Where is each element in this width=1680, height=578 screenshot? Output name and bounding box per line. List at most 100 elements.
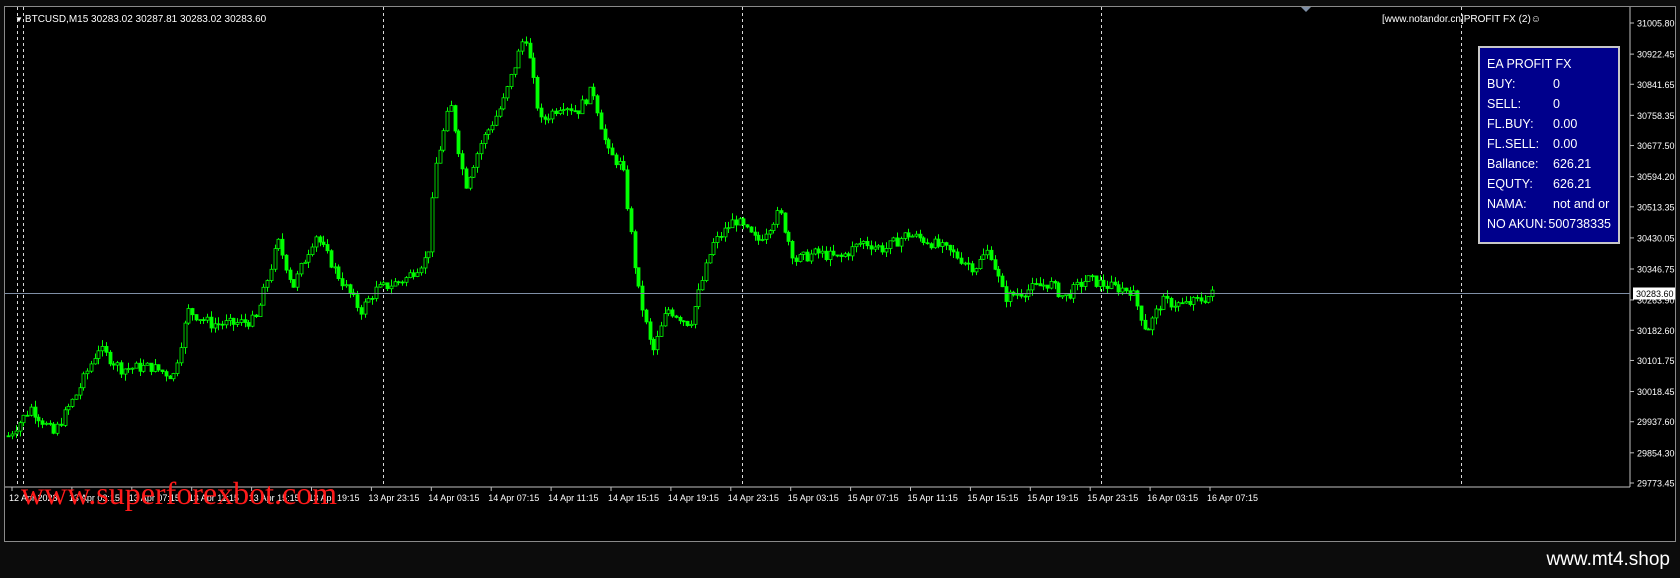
candle-body xyxy=(869,245,874,250)
candle-body xyxy=(468,176,473,189)
candle-body xyxy=(216,323,221,326)
candle-body xyxy=(719,235,724,238)
candle-body xyxy=(18,422,23,432)
candle-body xyxy=(1124,287,1129,292)
candle-body xyxy=(130,367,135,370)
candle-body xyxy=(14,430,19,435)
ea-row-label: FL.BUY: xyxy=(1487,117,1534,131)
candle-body xyxy=(621,160,626,171)
candle-body xyxy=(1015,293,1020,296)
candle-body xyxy=(1060,295,1065,298)
price-tick-label: 30922.45 xyxy=(1637,50,1675,60)
candle-body xyxy=(539,107,544,118)
candle-body xyxy=(910,235,915,238)
price-chart[interactable]: 31005.80 30922.45 30841.65 30758.35 30677.50… xyxy=(5,7,1675,541)
candle-body xyxy=(288,269,293,280)
time-tick-label: 15 Apr 15:15 xyxy=(967,493,1018,503)
candle-body xyxy=(1098,279,1103,287)
time-tick-label: 14 Apr 23:15 xyxy=(728,493,779,503)
candle-body xyxy=(378,284,383,288)
candle-body xyxy=(1176,302,1181,307)
candle-body xyxy=(933,238,938,249)
candle-body xyxy=(194,314,199,321)
candle-body xyxy=(119,362,124,375)
candle-body xyxy=(779,210,784,214)
candle-body xyxy=(44,422,49,425)
candle-body xyxy=(513,67,518,75)
time-tick-label: 14 Apr 11:15 xyxy=(548,493,598,503)
ea-title-header: [www.notandor.cn]PROFIT FX (2)☺ xyxy=(1382,14,1541,25)
candle-body xyxy=(213,323,218,329)
candle-body xyxy=(850,246,855,257)
candle-body xyxy=(651,338,656,351)
candle-body xyxy=(614,154,619,166)
candle-body xyxy=(494,115,499,126)
candle-body xyxy=(224,320,229,326)
chart-shift-marker-icon xyxy=(1301,7,1311,12)
candle-body xyxy=(569,108,574,112)
ea-row-label: NAMA: xyxy=(1487,197,1527,211)
candle-body xyxy=(918,233,923,239)
candle-body xyxy=(336,266,341,279)
ea-row-fl-sell: FL.SELL: 0.00 xyxy=(1487,134,1611,154)
candle-body xyxy=(220,323,225,326)
price-tick-label: 30018.45 xyxy=(1637,387,1675,397)
candle-body xyxy=(599,112,604,130)
candle-body xyxy=(753,231,758,236)
candle-body xyxy=(246,322,251,327)
candle-body xyxy=(610,147,615,156)
chart-area[interactable]: 31005.80 30922.45 30841.65 30758.35 30677.50… xyxy=(4,6,1676,542)
candle-body xyxy=(1075,281,1080,285)
candle-body xyxy=(85,370,90,375)
candle-body xyxy=(126,368,131,371)
candle-body xyxy=(816,248,821,254)
candle-body xyxy=(89,363,94,372)
candle-body xyxy=(666,309,671,314)
candle-body xyxy=(1139,305,1144,321)
candle-body xyxy=(21,414,26,424)
candle-body xyxy=(899,238,904,247)
candle-body xyxy=(1086,275,1091,282)
ea-row-equity: EQUTY: 626.21 xyxy=(1487,174,1611,194)
candle-body xyxy=(265,280,270,288)
candle-body xyxy=(554,110,559,114)
candle-body xyxy=(966,262,971,265)
candle-body xyxy=(843,253,848,257)
candle-body xyxy=(29,406,34,416)
candle-body xyxy=(831,250,836,256)
candle-body xyxy=(888,240,893,249)
price-tick-label: 30677.50 xyxy=(1637,141,1675,151)
candle-body xyxy=(276,238,281,250)
ea-row-fl-buy: FL.BUY: 0.00 xyxy=(1487,114,1611,134)
candle-body xyxy=(419,267,424,274)
candle-body xyxy=(704,262,709,281)
price-tick-label: 29773.45 xyxy=(1637,479,1675,489)
candle-body xyxy=(1049,280,1054,289)
candle-body xyxy=(835,254,840,257)
candle-body xyxy=(711,242,716,256)
candle-body xyxy=(134,362,139,369)
candle-body xyxy=(490,124,495,131)
candle-body xyxy=(1158,308,1163,311)
candle-body xyxy=(640,285,645,311)
candle-body xyxy=(501,97,506,110)
candle-body xyxy=(160,369,165,373)
candle-body xyxy=(456,130,461,155)
ea-row-value: 0.00 xyxy=(1553,117,1578,131)
ea-row-label: NO AKUN: xyxy=(1487,217,1547,231)
candle-body xyxy=(1109,281,1114,289)
candle-body xyxy=(903,232,908,239)
candle-body xyxy=(839,254,844,257)
candle-body xyxy=(1169,297,1174,308)
ea-row-label: FL.SELL: xyxy=(1487,137,1540,151)
candle-body xyxy=(756,234,761,241)
candle-body xyxy=(156,364,161,371)
candle-body xyxy=(906,232,911,238)
candle-body xyxy=(66,405,71,411)
dropdown-triangle-icon[interactable]: ▼ xyxy=(15,15,23,24)
candle-body xyxy=(584,99,589,105)
ea-row-balance: Ballance: 626.21 xyxy=(1487,154,1611,174)
candle-body xyxy=(858,242,863,245)
candle-body xyxy=(771,223,776,232)
candle-body xyxy=(689,323,694,326)
